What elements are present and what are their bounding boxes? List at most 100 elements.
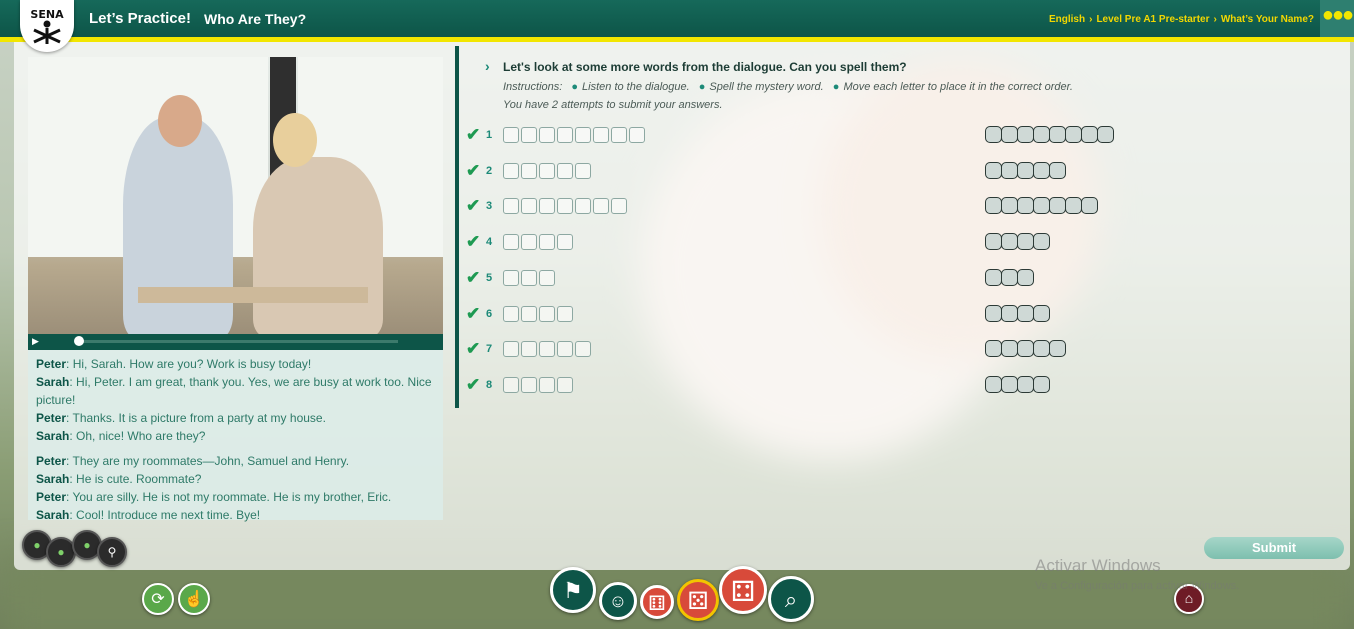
letter-tile[interactable] bbox=[1001, 340, 1018, 357]
letter-slot[interactable] bbox=[521, 377, 537, 393]
letter-slot[interactable] bbox=[521, 198, 537, 214]
letter-tile[interactable] bbox=[1001, 126, 1018, 143]
letter-tile[interactable] bbox=[1081, 197, 1098, 214]
more-dots-icon[interactable]: ●●● bbox=[1320, 0, 1354, 37]
letter-tile[interactable] bbox=[985, 197, 1002, 214]
letter-tile[interactable] bbox=[1017, 126, 1034, 143]
letter-slot[interactable] bbox=[521, 341, 537, 357]
letter-tile[interactable] bbox=[1065, 197, 1082, 214]
video-player[interactable] bbox=[28, 57, 443, 334]
letter-slot[interactable] bbox=[557, 234, 573, 250]
letter-tile[interactable] bbox=[985, 376, 1002, 393]
letter-tile[interactable] bbox=[1017, 197, 1034, 214]
letter-tile[interactable] bbox=[985, 340, 1002, 357]
letter-slot[interactable] bbox=[503, 234, 519, 250]
letter-slot[interactable] bbox=[575, 127, 591, 143]
sign-language-button[interactable]: ☝ bbox=[178, 583, 210, 615]
letter-slot[interactable] bbox=[521, 127, 537, 143]
letter-slot[interactable] bbox=[557, 306, 573, 322]
transcript-line: Sarah: He is cute. Roommate? bbox=[36, 470, 443, 488]
letter-tile[interactable] bbox=[1033, 305, 1050, 322]
letter-slot[interactable] bbox=[611, 198, 627, 214]
letter-slot[interactable] bbox=[557, 198, 573, 214]
letter-tile[interactable] bbox=[1017, 233, 1034, 250]
letter-slot[interactable] bbox=[503, 127, 519, 143]
dice-button-active[interactable]: ⚄ bbox=[677, 579, 719, 621]
letter-slot[interactable] bbox=[539, 163, 555, 179]
letter-tile[interactable] bbox=[1049, 162, 1066, 179]
letter-slot[interactable] bbox=[539, 234, 555, 250]
letter-tile[interactable] bbox=[1001, 269, 1018, 286]
letter-slot[interactable] bbox=[503, 270, 519, 286]
letter-tile[interactable] bbox=[1001, 376, 1018, 393]
breadcrumb-item-level[interactable]: Level Pre A1 Pre-starter bbox=[1096, 14, 1209, 25]
letter-slot[interactable] bbox=[503, 163, 519, 179]
letter-slot[interactable] bbox=[539, 127, 555, 143]
letter-tile[interactable] bbox=[1017, 305, 1034, 322]
letter-tile[interactable] bbox=[1049, 197, 1066, 214]
letter-tile[interactable] bbox=[1017, 340, 1034, 357]
letter-slot[interactable] bbox=[539, 270, 555, 286]
breadcrumb-item-english[interactable]: English bbox=[1049, 14, 1085, 25]
letter-slot[interactable] bbox=[575, 341, 591, 357]
accessibility-button[interactable]: ⟳ bbox=[142, 583, 174, 615]
play-icon[interactable]: ▶ bbox=[32, 336, 39, 347]
letter-slot[interactable] bbox=[539, 306, 555, 322]
flag-button[interactable]: ⚑ bbox=[550, 567, 596, 613]
letter-tile[interactable] bbox=[1033, 233, 1050, 250]
letter-slot[interactable] bbox=[503, 306, 519, 322]
video-progress-handle[interactable] bbox=[74, 336, 84, 346]
letter-tile[interactable] bbox=[1033, 197, 1050, 214]
letter-slot[interactable] bbox=[593, 127, 609, 143]
letter-slot[interactable] bbox=[521, 234, 537, 250]
letter-tile[interactable] bbox=[1017, 162, 1034, 179]
letter-slot[interactable] bbox=[575, 163, 591, 179]
dice-button-small[interactable]: ⚅ bbox=[640, 585, 674, 619]
letter-tile[interactable] bbox=[1001, 233, 1018, 250]
letter-slot[interactable] bbox=[503, 341, 519, 357]
letter-tile[interactable] bbox=[985, 305, 1002, 322]
letter-tile[interactable] bbox=[985, 162, 1002, 179]
letter-slot[interactable] bbox=[521, 306, 537, 322]
letter-slot[interactable] bbox=[575, 198, 591, 214]
submit-button[interactable]: Submit bbox=[1204, 537, 1344, 559]
letter-tile[interactable] bbox=[985, 233, 1002, 250]
search-button[interactable]: ⌕ bbox=[768, 576, 814, 622]
letter-tile[interactable] bbox=[1097, 126, 1114, 143]
letter-tile[interactable] bbox=[985, 269, 1002, 286]
letter-slot[interactable] bbox=[539, 341, 555, 357]
letter-tile[interactable] bbox=[1001, 305, 1018, 322]
letter-slot[interactable] bbox=[503, 377, 519, 393]
letter-slot[interactable] bbox=[611, 127, 627, 143]
letter-slot[interactable] bbox=[539, 198, 555, 214]
letter-tile[interactable] bbox=[1033, 376, 1050, 393]
dice-button-large[interactable]: ⚃ bbox=[719, 566, 767, 614]
letter-tile[interactable] bbox=[1049, 126, 1066, 143]
letter-tile[interactable] bbox=[985, 126, 1002, 143]
letter-tile[interactable] bbox=[1033, 340, 1050, 357]
video-progress-track[interactable] bbox=[76, 340, 398, 343]
letter-slot[interactable] bbox=[557, 163, 573, 179]
letter-slot[interactable] bbox=[557, 341, 573, 357]
letter-tile[interactable] bbox=[1001, 197, 1018, 214]
letter-slot[interactable] bbox=[593, 198, 609, 214]
audio-button-4[interactable]: ⚲ bbox=[97, 537, 127, 567]
letter-slot[interactable] bbox=[521, 163, 537, 179]
letter-slot[interactable] bbox=[629, 127, 645, 143]
letter-slot[interactable] bbox=[557, 377, 573, 393]
letter-tile[interactable] bbox=[1001, 162, 1018, 179]
letter-tile[interactable] bbox=[1017, 376, 1034, 393]
letter-tile[interactable] bbox=[1033, 126, 1050, 143]
letter-tile[interactable] bbox=[1017, 269, 1034, 286]
letter-slot[interactable] bbox=[521, 270, 537, 286]
avatar-button[interactable]: ☺ bbox=[599, 582, 637, 620]
letter-tile[interactable] bbox=[1033, 162, 1050, 179]
letter-slot[interactable] bbox=[539, 377, 555, 393]
letter-tile[interactable] bbox=[1065, 126, 1082, 143]
letter-tile[interactable] bbox=[1049, 340, 1066, 357]
letter-slot[interactable] bbox=[503, 198, 519, 214]
breadcrumb-item-unit[interactable]: What’s Your Name? bbox=[1221, 14, 1314, 25]
answer-slots bbox=[503, 377, 573, 393]
letter-tile[interactable] bbox=[1081, 126, 1098, 143]
letter-slot[interactable] bbox=[557, 127, 573, 143]
